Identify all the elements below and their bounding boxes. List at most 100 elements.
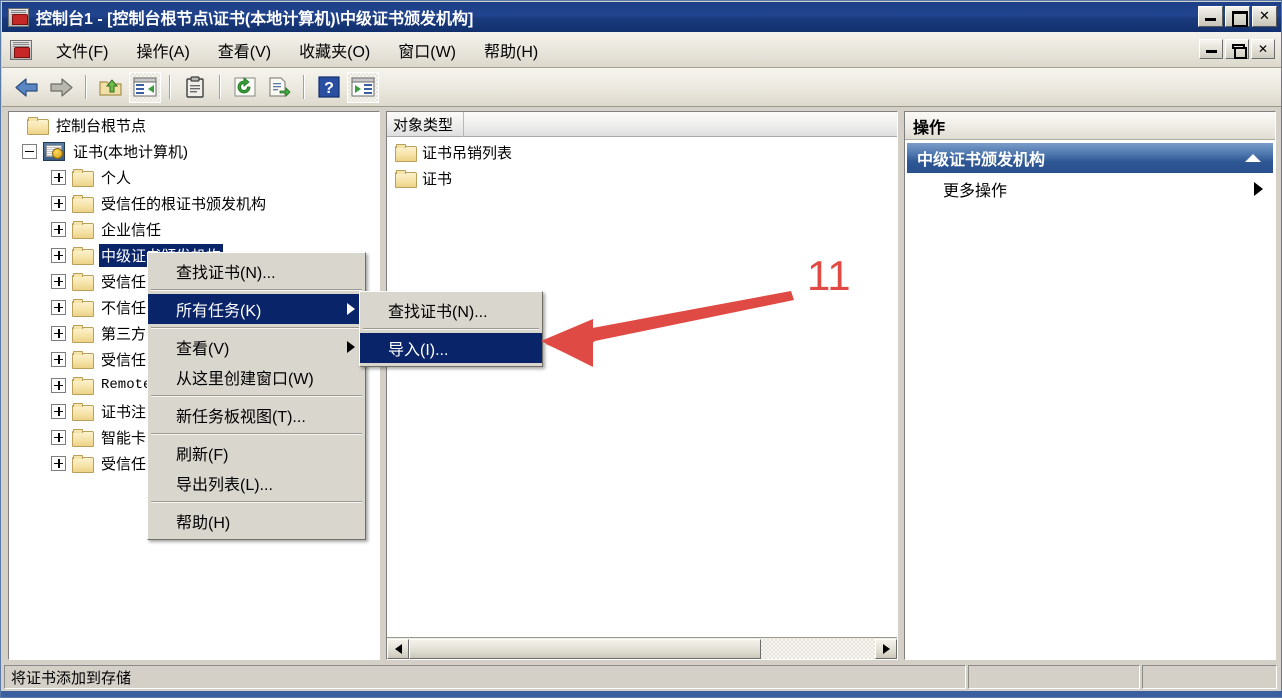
expand-expander-icon[interactable]	[51, 429, 66, 445]
context-menu-item-view[interactable]: 查看(V)	[148, 332, 365, 362]
expand-expander-icon[interactable]	[51, 325, 66, 341]
help-icon[interactable]: ?	[313, 72, 345, 103]
status-pane-3	[1142, 665, 1277, 689]
object-list-panel[interactable]: 对象类型 证书吊销列表 证书	[386, 111, 898, 660]
up-one-level-icon[interactable]	[95, 72, 127, 103]
action-item-more-actions[interactable]: 更多操作	[905, 173, 1275, 205]
window-title: 控制台1 - [控制台根节点\证书(本地计算机)\中级证书颁发机构]	[36, 11, 474, 28]
context-menu-item-help[interactable]: 帮助(H)	[148, 506, 365, 536]
expand-expander-icon[interactable]	[51, 247, 66, 263]
menu-file[interactable]: 文件(F)	[42, 35, 122, 65]
context-menu-item-label: 查找证书(N)...	[176, 265, 276, 282]
submenu-item-find-certificates[interactable]: 查找证书(N)...	[360, 295, 542, 325]
menu-view[interactable]: 查看(V)	[204, 35, 285, 65]
tree-node-enterprise-trust[interactable]: 企业信任	[9, 216, 379, 242]
doc-minimize-button[interactable]	[1199, 39, 1223, 59]
expand-expander-icon[interactable]	[51, 299, 66, 315]
maximize-button[interactable]	[1225, 6, 1250, 27]
title-bar: 控制台1 - [控制台根节点\证书(本地计算机)\中级证书颁发机构] ✕	[2, 2, 1281, 32]
tree-node-label: 智能卡	[101, 429, 147, 447]
folder-icon	[27, 117, 49, 135]
scroll-right-button[interactable]	[875, 638, 897, 659]
window-bottom-edge	[1, 691, 1282, 697]
actions-panel-header: 操作	[905, 112, 1275, 140]
chevron-up-icon[interactable]	[1245, 154, 1261, 162]
expand-expander-icon[interactable]	[51, 455, 66, 471]
tree-node-personal[interactable]: 个人	[9, 164, 379, 190]
expand-expander-icon[interactable]	[51, 403, 66, 419]
expand-expander-icon[interactable]	[51, 195, 66, 211]
refresh-icon[interactable]	[229, 72, 261, 103]
list-item[interactable]: 证书	[387, 165, 897, 191]
scrollbar-track[interactable]	[409, 638, 875, 659]
expand-expander-icon[interactable]	[51, 377, 66, 393]
list-item[interactable]: 证书吊销列表	[387, 139, 897, 165]
forward-arrow-icon[interactable]	[45, 72, 77, 103]
toolbar-separator	[169, 75, 171, 99]
expand-expander-icon[interactable]	[51, 273, 66, 289]
tree-node-console-root[interactable]: 控制台根节点	[9, 112, 379, 138]
menu-help[interactable]: 帮助(H)	[470, 35, 552, 65]
show-hide-tree-icon[interactable]	[129, 71, 161, 103]
context-menu-item-label: 所有任务(K)	[176, 303, 262, 320]
actions-group-label: 中级证书颁发机构	[917, 152, 1046, 169]
back-arrow-icon[interactable]	[11, 72, 43, 103]
close-button[interactable]: ✕	[1252, 6, 1277, 27]
context-menu-item-new-taskpad-view[interactable]: 新任务板视图(T)...	[148, 400, 365, 430]
folder-icon	[72, 351, 94, 369]
context-menu-separator	[151, 501, 362, 503]
certificate-store-icon	[43, 141, 65, 161]
tree-node-label: 受信任	[101, 455, 147, 473]
context-menu-item-refresh[interactable]: 刷新(F)	[148, 438, 365, 468]
tree-node-label: 受信任	[101, 351, 147, 369]
scrollbar-thumb[interactable]	[409, 638, 761, 659]
folder-icon	[72, 403, 94, 421]
tree-node-label: Remote	[101, 377, 152, 393]
folder-icon	[72, 195, 94, 213]
context-menu-item-label: 刷新(F)	[176, 447, 229, 464]
context-menu-item-label: 从这里创建窗口(W)	[176, 371, 314, 388]
context-menu-item-label: 新任务板视图(T)...	[176, 409, 306, 426]
context-menu-item-all-tasks[interactable]: 所有任务(K)	[148, 294, 365, 324]
status-pane-2	[968, 665, 1140, 689]
context-menu-separator	[151, 327, 362, 329]
context-menu-separator	[151, 289, 362, 291]
tree-node-label: 证书注	[101, 403, 147, 421]
column-header-object-type[interactable]: 对象类型	[393, 111, 465, 137]
doc-close-button[interactable]: ✕	[1251, 39, 1275, 59]
horizontal-scrollbar[interactable]	[387, 637, 897, 659]
status-message: 将证书添加到存储	[4, 665, 966, 689]
context-menu-item-export-list[interactable]: 导出列表(L)...	[148, 468, 365, 498]
context-menu-separator	[151, 395, 362, 397]
collapse-expander-icon[interactable]	[22, 143, 37, 159]
expand-expander-icon[interactable]	[51, 221, 66, 237]
svg-text:?: ?	[324, 80, 334, 97]
minimize-button[interactable]	[1198, 6, 1223, 27]
menu-window[interactable]: 窗口(W)	[384, 35, 470, 65]
toolbar-separator	[303, 75, 305, 99]
folder-icon	[72, 273, 94, 291]
context-menu-item-new-window-from-here[interactable]: 从这里创建窗口(W)	[148, 362, 365, 392]
menu-action[interactable]: 操作(A)	[122, 35, 203, 65]
folder-icon	[72, 429, 94, 447]
menu-favorites[interactable]: 收藏夹(O)	[285, 35, 384, 65]
doc-restore-button[interactable]	[1225, 39, 1249, 59]
context-menu-item-label: 帮助(H)	[176, 515, 231, 532]
submenu-arrow-icon	[347, 303, 355, 315]
expand-expander-icon[interactable]	[51, 169, 66, 185]
chevron-right-icon	[1254, 182, 1263, 196]
context-submenu-all-tasks[interactable]: 查找证书(N)... 导入(I)...	[359, 291, 543, 367]
scroll-left-button[interactable]	[387, 638, 409, 659]
context-menu[interactable]: 查找证书(N)... 所有任务(K) 查看(V) 从这里创建窗口(W) 新任务板…	[147, 252, 366, 540]
tree-node-trusted-root-ca[interactable]: 受信任的根证书颁发机构	[9, 190, 379, 216]
context-menu-item-find-certificates[interactable]: 查找证书(N)...	[148, 256, 365, 286]
tool-bar: ?	[2, 68, 1281, 107]
tree-node-label: 证书(本地计算机)	[73, 143, 188, 161]
expand-expander-icon[interactable]	[51, 351, 66, 367]
properties-clipboard-icon[interactable]	[179, 72, 211, 103]
show-action-pane-icon[interactable]	[347, 71, 379, 103]
tree-node-certificates-local-machine[interactable]: 证书(本地计算机)	[9, 138, 379, 164]
submenu-item-import[interactable]: 导入(I)...	[360, 333, 542, 363]
export-list-icon[interactable]	[263, 72, 295, 103]
actions-group-intermediate-ca[interactable]: 中级证书颁发机构	[907, 143, 1273, 173]
